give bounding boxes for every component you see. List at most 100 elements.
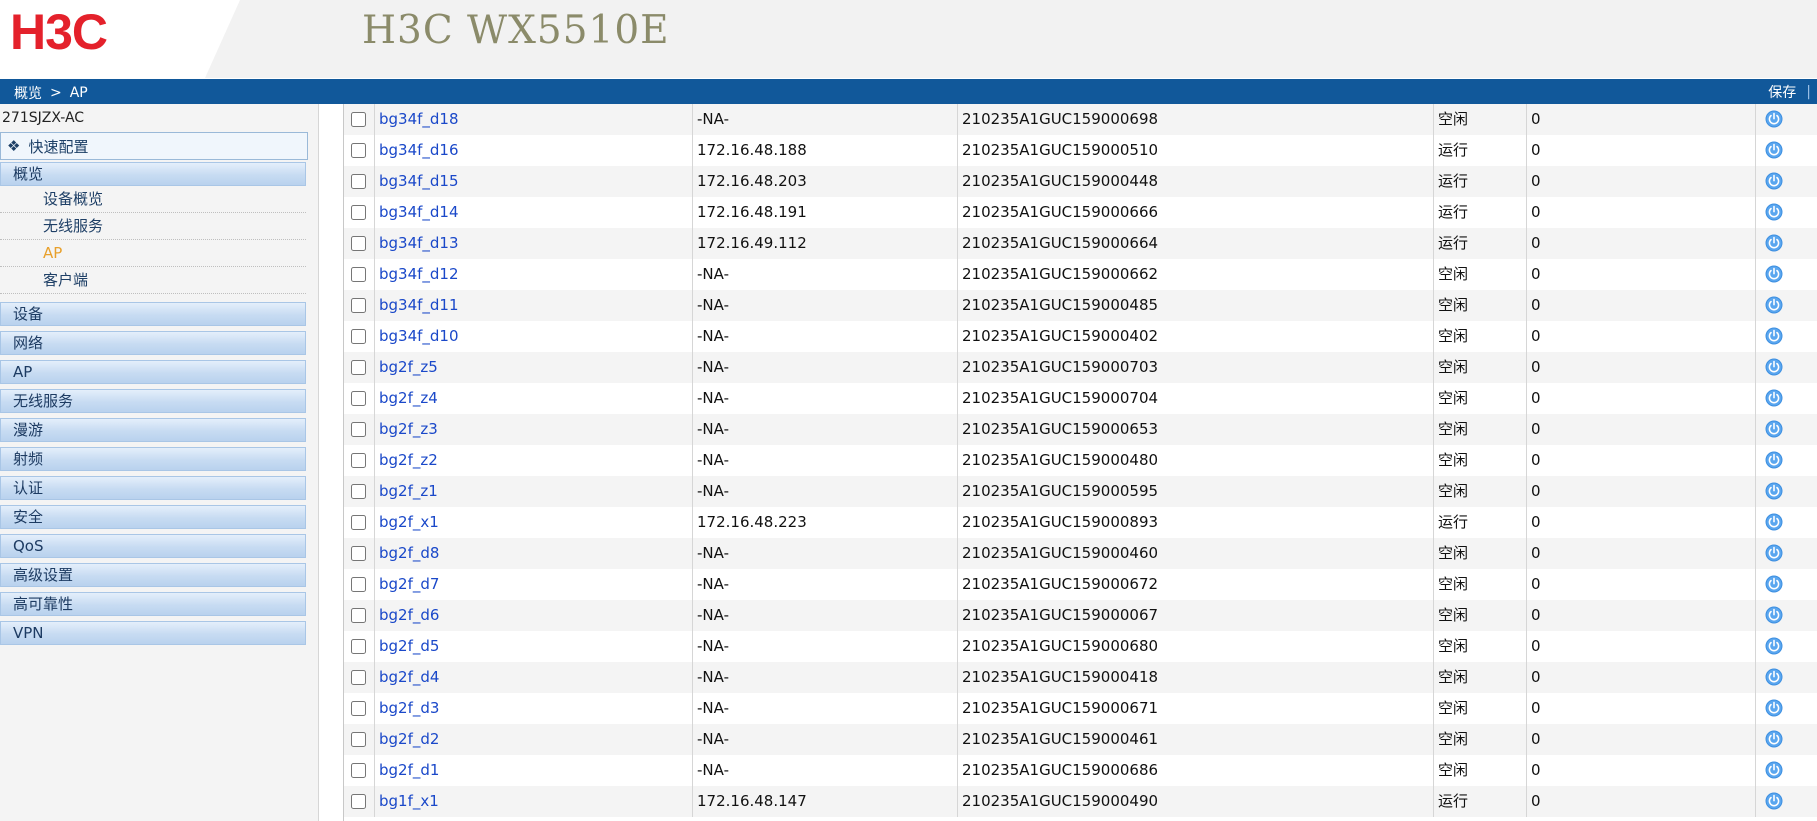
row-checkbox[interactable]	[351, 763, 366, 778]
ap-name-link[interactable]: bg2f_d7	[379, 575, 439, 593]
menu-group-vpn[interactable]: VPN	[0, 621, 306, 645]
ap-name-link[interactable]: bg2f_d8	[379, 544, 439, 562]
power-icon[interactable]	[1765, 482, 1783, 500]
ap-serial-number: 210235A1GUC159000490	[958, 786, 1434, 817]
menu-group-network[interactable]: 网络	[0, 331, 306, 355]
ap-name-link[interactable]: bg2f_z5	[379, 358, 438, 376]
ap-name-link[interactable]: bg2f_d3	[379, 699, 439, 717]
menu-group-qos[interactable]: QoS	[0, 534, 306, 558]
power-icon[interactable]	[1765, 203, 1783, 221]
ap-name-link[interactable]: bg34f_d16	[379, 141, 459, 159]
ap-name-link[interactable]: bg2f_d6	[379, 606, 439, 624]
power-icon[interactable]	[1765, 575, 1783, 593]
power-icon[interactable]	[1765, 451, 1783, 469]
row-checkbox[interactable]	[351, 298, 366, 313]
power-icon[interactable]	[1765, 668, 1783, 686]
save-button[interactable]: 保存	[1768, 82, 1796, 102]
menu-group-high-reliability[interactable]: 高可靠性	[0, 592, 306, 616]
row-checkbox[interactable]	[351, 732, 366, 747]
menu-group-advanced[interactable]: 高级设置	[0, 563, 306, 587]
power-icon[interactable]	[1765, 420, 1783, 438]
power-icon[interactable]	[1765, 358, 1783, 376]
menu-group-device[interactable]: 设备	[0, 302, 306, 326]
ap-name-link[interactable]: bg34f_d12	[379, 265, 459, 283]
power-icon[interactable]	[1765, 389, 1783, 407]
ap-name-link[interactable]: bg34f_d13	[379, 234, 459, 252]
row-checkbox[interactable]	[351, 701, 366, 716]
power-icon[interactable]	[1765, 234, 1783, 252]
ap-name-link[interactable]: bg2f_z2	[379, 451, 438, 469]
ap-name-link[interactable]: bg2f_d1	[379, 761, 439, 779]
ap-name-cell: bg34f_d14	[375, 197, 693, 228]
ap-name-link[interactable]: bg34f_d11	[379, 296, 459, 314]
row-checkbox[interactable]	[351, 794, 366, 809]
ap-name-link[interactable]: bg2f_d5	[379, 637, 439, 655]
row-checkbox[interactable]	[351, 267, 366, 282]
ap-name-link[interactable]: bg2f_z3	[379, 420, 438, 438]
power-icon[interactable]	[1765, 637, 1783, 655]
row-checkbox[interactable]	[351, 205, 366, 220]
ap-client-count: 0	[1527, 135, 1756, 166]
ap-name-cell: bg2f_z5	[375, 352, 693, 383]
row-checkbox[interactable]	[351, 174, 366, 189]
ap-name-link[interactable]: bg2f_d2	[379, 730, 439, 748]
row-checkbox[interactable]	[351, 608, 366, 623]
row-checkbox[interactable]	[351, 391, 366, 406]
ap-name-cell: bg2f_d4	[375, 662, 693, 693]
quick-config-button[interactable]: ❖ 快速配置	[0, 132, 308, 160]
row-checkbox[interactable]	[351, 484, 366, 499]
power-icon[interactable]	[1765, 730, 1783, 748]
row-select-cell	[344, 600, 375, 631]
row-checkbox[interactable]	[351, 453, 366, 468]
ap-name-link[interactable]: bg2f_d4	[379, 668, 439, 686]
menu-group-authentication[interactable]: 认证	[0, 476, 306, 500]
power-icon[interactable]	[1765, 141, 1783, 159]
power-icon[interactable]	[1765, 792, 1783, 810]
ap-name-link[interactable]: bg2f_z4	[379, 389, 438, 407]
ap-status: 空闲	[1434, 383, 1527, 414]
menu-group-overview[interactable]: 概览	[0, 162, 306, 186]
power-icon[interactable]	[1765, 172, 1783, 190]
row-checkbox[interactable]	[351, 112, 366, 127]
ap-serial-number: 210235A1GUC159000448	[958, 166, 1434, 197]
row-checkbox[interactable]	[351, 546, 366, 561]
breadcrumb-item-overview[interactable]: 概览	[14, 83, 42, 103]
row-checkbox[interactable]	[351, 329, 366, 344]
row-checkbox[interactable]	[351, 639, 366, 654]
power-icon[interactable]	[1765, 110, 1783, 128]
ap-name-link[interactable]: bg1f_x1	[379, 792, 439, 810]
submenu-clients[interactable]: 客户端	[0, 267, 306, 294]
row-checkbox[interactable]	[351, 577, 366, 592]
menu-group-ap[interactable]: AP	[0, 360, 306, 384]
power-icon[interactable]	[1765, 513, 1783, 531]
row-checkbox[interactable]	[351, 670, 366, 685]
ap-name-link[interactable]: bg34f_d14	[379, 203, 459, 221]
row-checkbox[interactable]	[351, 515, 366, 530]
row-select-cell	[344, 569, 375, 600]
power-icon[interactable]	[1765, 699, 1783, 717]
power-icon[interactable]	[1765, 606, 1783, 624]
ap-name-cell: bg2f_d6	[375, 600, 693, 631]
row-checkbox[interactable]	[351, 422, 366, 437]
ap-name-link[interactable]: bg34f_d18	[379, 110, 459, 128]
menu-group-security[interactable]: 安全	[0, 505, 306, 529]
power-icon[interactable]	[1765, 761, 1783, 779]
menu-group-radio[interactable]: 射频	[0, 447, 306, 471]
power-icon[interactable]	[1765, 265, 1783, 283]
power-icon[interactable]	[1765, 327, 1783, 345]
ap-name-link[interactable]: bg34f_d10	[379, 327, 459, 345]
ap-client-count: 0	[1527, 507, 1756, 538]
menu-group-roaming[interactable]: 漫游	[0, 418, 306, 442]
row-checkbox[interactable]	[351, 236, 366, 251]
submenu-device-overview[interactable]: 设备概览	[0, 186, 306, 213]
ap-name-link[interactable]: bg2f_z1	[379, 482, 438, 500]
power-icon[interactable]	[1765, 544, 1783, 562]
power-icon[interactable]	[1765, 296, 1783, 314]
submenu-wireless-service[interactable]: 无线服务	[0, 213, 306, 240]
row-checkbox[interactable]	[351, 143, 366, 158]
row-checkbox[interactable]	[351, 360, 366, 375]
ap-name-link[interactable]: bg2f_x1	[379, 513, 439, 531]
ap-name-link[interactable]: bg34f_d15	[379, 172, 459, 190]
submenu-ap[interactable]: AP	[0, 240, 306, 267]
menu-group-wireless-service[interactable]: 无线服务	[0, 389, 306, 413]
